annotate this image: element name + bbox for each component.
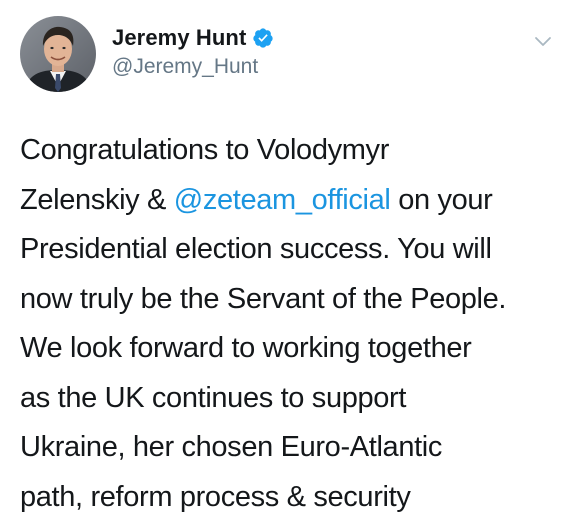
tweet-line-3: Presidential election success. You will	[20, 233, 492, 265]
verified-badge-icon	[252, 27, 274, 49]
tweet-line-8: path, reform process & security	[20, 480, 411, 513]
author-avatar[interactable]	[20, 16, 96, 92]
mention-link[interactable]: @zeteam_official	[174, 184, 391, 216]
tweet-line-6: as the UK continues to support	[20, 381, 407, 414]
author-display-name[interactable]: Jeremy Hunt	[112, 25, 246, 51]
display-name-row: Jeremy Hunt	[112, 24, 274, 52]
tweet-line-2: Zelenskiy & @zeteam_official on your	[20, 176, 550, 226]
tweet-line-4: now truly be the Servant of the People.	[20, 282, 507, 315]
tweet-line-5: We look forward to working together	[20, 332, 472, 364]
author-names: Jeremy Hunt @Jeremy_Hunt	[112, 24, 274, 79]
chevron-down-icon[interactable]	[530, 28, 556, 54]
tweet-line-7: Ukraine, her chosen Euro-Atlantic	[20, 431, 443, 463]
tweet-card: Jeremy Hunt @Jeremy_Hunt Congratulations…	[0, 0, 562, 525]
tweet-header: Jeremy Hunt @Jeremy_Hunt	[20, 16, 551, 92]
tweet-text: Congratulations to Volodymyr Zelenskiy &…	[20, 126, 550, 522]
tweet-line-2-suffix: on your	[390, 183, 493, 216]
avatar-photo-icon	[20, 16, 96, 92]
tweet-line-2-prefix: Zelenskiy &	[20, 183, 174, 216]
tweet-line-1: Congratulations to Volodymyr	[20, 134, 390, 166]
author-handle[interactable]: @Jeremy_Hunt	[112, 55, 274, 79]
